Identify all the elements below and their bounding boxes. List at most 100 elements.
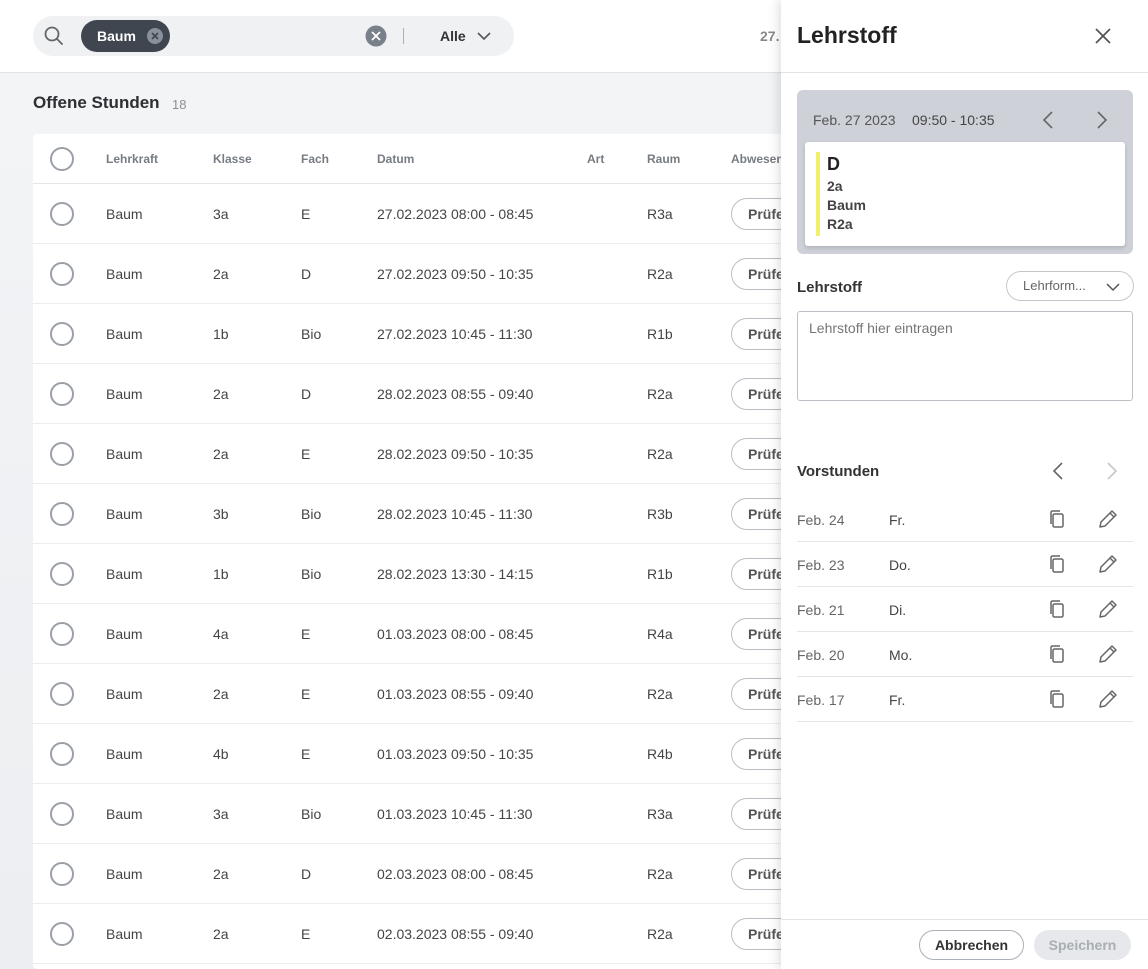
row-select-radio[interactable] — [50, 322, 74, 346]
table-row[interactable]: Baum 2a E 01.03.2023 08:55 - 09:40 R2a Prüfe — [33, 664, 793, 724]
vorstunden-title: Vorstunden — [797, 463, 880, 480]
close-icon[interactable] — [1091, 24, 1115, 48]
filter-select[interactable]: Alle — [440, 26, 466, 46]
cell-teacher: Baum — [106, 866, 143, 882]
column-header-date[interactable]: Datum — [377, 152, 414, 166]
cell-date: 01.03.2023 10:45 - 11:30 — [377, 806, 533, 822]
chevron-left-icon[interactable] — [1037, 108, 1061, 132]
table-row[interactable]: Baum 2a D 27.02.2023 09:50 - 10:35 R2a Prüfe — [33, 244, 793, 304]
pencil-icon[interactable] — [1096, 642, 1120, 666]
cell-subject: E — [301, 746, 311, 762]
chevron-right-icon[interactable] — [1089, 108, 1113, 132]
vorstunde-row: Feb. 24 Fr. — [797, 497, 1133, 542]
cell-subject: Bio — [301, 326, 322, 342]
column-header-class[interactable]: Klasse — [213, 152, 252, 166]
cell-teacher: Baum — [106, 746, 143, 762]
row-select-radio[interactable] — [50, 382, 74, 406]
lehrform-select[interactable]: Lehrform... — [1006, 271, 1134, 301]
copy-icon[interactable] — [1045, 597, 1069, 621]
row-select-radio[interactable] — [50, 562, 74, 586]
row-select-radio[interactable] — [50, 622, 74, 646]
lehrstoff-input[interactable] — [797, 311, 1133, 401]
copy-icon[interactable] — [1045, 687, 1069, 711]
lesson-teacher: Baum — [827, 197, 866, 213]
save-button[interactable]: Speichern — [1034, 930, 1131, 960]
search-box[interactable]: Baum Alle — [33, 16, 514, 56]
column-header-absence[interactable]: Abwesen — [731, 152, 784, 166]
cell-teacher: Baum — [106, 806, 143, 822]
cell-subject: D — [301, 866, 312, 882]
cell-date: 27.02.2023 08:00 - 08:45 — [377, 206, 534, 222]
vorstunde-date: Feb. 17 — [797, 692, 845, 708]
cell-room: R2a — [647, 266, 673, 282]
cell-subject: Bio — [301, 506, 322, 522]
cell-room: R4b — [647, 746, 673, 762]
row-select-radio[interactable] — [50, 922, 74, 946]
table-row[interactable]: Baum 1b Bio 27.02.2023 10:45 - 11:30 R1b Prüf… — [33, 304, 793, 364]
table-row[interactable]: Baum 3a E 27.02.2023 08:00 - 08:45 R3a Prüfe — [33, 184, 793, 244]
row-select-radio[interactable] — [50, 802, 74, 826]
cell-class: 1b — [213, 326, 229, 342]
date-label: 27. — [760, 28, 780, 44]
select-all-radio[interactable] — [50, 147, 74, 171]
row-select-radio[interactable] — [50, 742, 74, 766]
cell-teacher: Baum — [106, 446, 143, 462]
table-row[interactable]: Baum 4b E 01.03.2023 09:50 - 10:35 R4b Prüfe — [33, 724, 793, 784]
panel-title: Lehrstoff — [797, 22, 897, 48]
table-row[interactable]: Baum 3b Bio 28.02.2023 10:45 - 11:30 R3b Prüf… — [33, 484, 793, 544]
vorstunde-day: Mo. — [889, 647, 913, 663]
pencil-icon[interactable] — [1096, 597, 1120, 621]
pencil-icon[interactable] — [1096, 552, 1120, 576]
cell-class: 3b — [213, 506, 229, 522]
copy-icon[interactable] — [1045, 507, 1069, 531]
column-header-room[interactable]: Raum — [647, 152, 680, 166]
chevron-down-icon[interactable] — [475, 27, 493, 45]
row-select-radio[interactable] — [50, 862, 74, 886]
table-row[interactable]: Baum 2a D 28.02.2023 08:55 - 09:40 R2a Prüfe — [33, 364, 793, 424]
cell-teacher: Baum — [106, 926, 143, 942]
table-row[interactable]: Baum 2a E 02.03.2023 08:55 - 09:40 R2a Prüfe — [33, 904, 793, 964]
row-select-radio[interactable] — [50, 682, 74, 706]
column-header-type[interactable]: Art — [587, 152, 604, 166]
vorstunde-day: Di. — [889, 602, 907, 618]
pencil-icon[interactable] — [1096, 507, 1120, 531]
cell-room: R3a — [647, 806, 673, 822]
cell-subject: Bio — [301, 566, 322, 582]
search-divider — [403, 28, 404, 44]
column-header-teacher[interactable]: Lehrkraft — [106, 152, 158, 166]
row-select-radio[interactable] — [50, 202, 74, 226]
clear-search-icon[interactable] — [365, 25, 387, 47]
table-header: Lehrkraft Klasse Fach Datum Art Raum Abw… — [33, 134, 793, 184]
filter-chip[interactable]: Baum — [81, 20, 170, 52]
row-select-radio[interactable] — [50, 442, 74, 466]
chevron-right-icon[interactable] — [1099, 459, 1123, 483]
lesson-details[interactable]: D 2a Baum R2a — [805, 142, 1125, 246]
column-header-subject[interactable]: Fach — [301, 152, 329, 166]
row-select-radio[interactable] — [50, 502, 74, 526]
copy-icon[interactable] — [1045, 552, 1069, 576]
vorstunde-row: Feb. 23 Do. — [797, 542, 1133, 587]
cell-subject: E — [301, 626, 311, 642]
cell-teacher: Baum — [106, 326, 143, 342]
table-row[interactable]: Baum 4a E 01.03.2023 08:00 - 08:45 R4a Prüfe — [33, 604, 793, 664]
search-icon — [43, 25, 65, 47]
lesson-card: Feb. 27 2023 09:50 - 10:35 D 2a Baum R2a — [797, 90, 1133, 254]
table-row[interactable]: Baum 2a D 02.03.2023 08:00 - 08:45 R2a Prüfe — [33, 844, 793, 904]
row-select-radio[interactable] — [50, 262, 74, 286]
count-badge: 18 — [172, 97, 187, 112]
chip-remove-icon[interactable] — [146, 27, 164, 45]
cell-date: 27.02.2023 09:50 - 10:35 — [377, 266, 534, 282]
cancel-button[interactable]: Abbrechen — [919, 930, 1024, 960]
pencil-icon[interactable] — [1096, 687, 1120, 711]
copy-icon[interactable] — [1045, 642, 1069, 666]
cell-subject: D — [301, 266, 312, 282]
table-row[interactable]: Baum 1b Bio 28.02.2023 13:30 - 14:15 R1b Prüf… — [33, 544, 793, 604]
cell-class: 2a — [213, 866, 229, 882]
cell-class: 4a — [213, 626, 229, 642]
cell-room: R4a — [647, 626, 673, 642]
chevron-left-icon[interactable] — [1047, 459, 1071, 483]
table-row[interactable]: Baum 2a E 28.02.2023 09:50 - 10:35 R2a Prüfe — [33, 424, 793, 484]
vorstunde-day: Do. — [889, 557, 911, 573]
table-row[interactable]: Baum 3a Bio 01.03.2023 10:45 - 11:30 R3a Prüf… — [33, 784, 793, 844]
cell-subject: E — [301, 446, 311, 462]
